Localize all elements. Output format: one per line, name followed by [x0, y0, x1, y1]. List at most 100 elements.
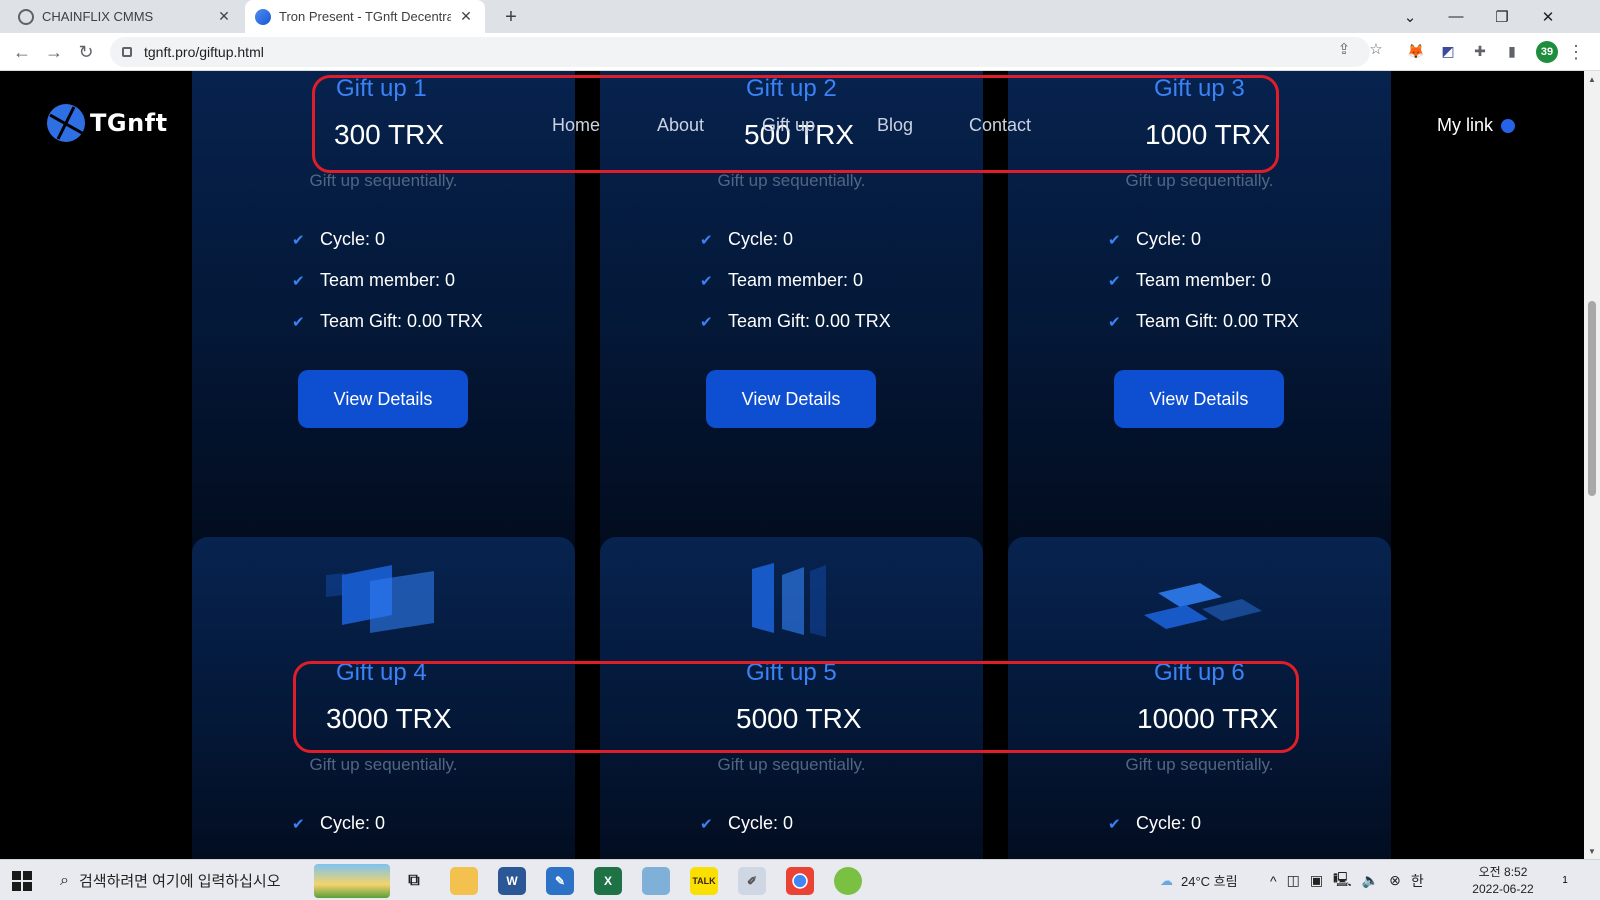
tray-cancel-icon[interactable]: ⊗: [1389, 872, 1401, 889]
search-placeholder: 검색하려면 여기에 입력하십시오: [78, 873, 281, 890]
bookmark-star-icon[interactable]: ☆: [1364, 37, 1388, 61]
volume-icon[interactable]: 🔈: [1362, 872, 1379, 889]
site-logo[interactable]: TGnft: [44, 103, 168, 143]
menu-kebab-icon[interactable]: ⋮: [1566, 39, 1586, 65]
highlight-box-row1: [312, 75, 1279, 173]
view-details-button[interactable]: View Details: [1114, 370, 1284, 428]
address-toolbar: ← → ↻ tgnft.pro/giftup.html ⇪ ☆ 🦊 ◩ ✚ ▮ …: [0, 33, 1600, 71]
chrome-icon[interactable]: [786, 867, 814, 895]
puzzle-extensions-icon[interactable]: ✚: [1470, 41, 1490, 61]
green-app-icon[interactable]: [834, 867, 862, 895]
check-icon: ✔: [1108, 815, 1121, 833]
check-icon: ✔: [292, 313, 305, 331]
my-link-label: My link: [1437, 115, 1494, 135]
date-text: 2022-06-22: [1472, 882, 1534, 896]
highlight-box-row2: [293, 661, 1299, 753]
profile-avatar[interactable]: 39: [1536, 41, 1558, 63]
feature-team-gift: ✔ Team Gift: 0.00 TRX: [292, 311, 483, 331]
check-icon: ✔: [700, 313, 713, 331]
weather-widget[interactable]: ☁ 24°C 흐림: [1160, 860, 1238, 900]
card-subtitle: Gift up sequentially.: [309, 755, 458, 774]
search-icon: ⌕: [60, 871, 69, 889]
network-icon[interactable]: 🖳: [1333, 869, 1352, 893]
check-icon: ✔: [1108, 231, 1121, 249]
check-icon: ✔: [1108, 313, 1121, 331]
view-details-button[interactable]: View Details: [706, 370, 876, 428]
notepad-app-icon[interactable]: [642, 867, 670, 895]
tray-app-icon[interactable]: ◫: [1287, 872, 1300, 889]
page-viewport: Gift up 1 300 TRX Gift up sequentially. …: [0, 71, 1584, 859]
close-icon[interactable]: ✕: [215, 8, 233, 26]
memo-app-icon[interactable]: ✎: [546, 867, 574, 895]
windows-taskbar: ⌕ 검색하려면 여기에 입력하십시오 ⧉ W ✎ X TALK ✐ ☁ 24°C…: [0, 859, 1600, 900]
reload-button[interactable]: ↻: [72, 38, 100, 66]
my-link-button[interactable]: My link: [1437, 115, 1516, 136]
back-button[interactable]: ←: [8, 38, 36, 66]
logo-text: TGnft: [90, 109, 168, 137]
feature-team-gift: ✔ Team Gift: 0.00 TRX: [1108, 311, 1299, 331]
globe-icon: [18, 8, 34, 25]
check-icon: ✔: [700, 272, 713, 290]
restore-button[interactable]: ❐: [1479, 0, 1525, 33]
word-icon[interactable]: W: [498, 867, 526, 895]
paint-app-icon[interactable]: ✐: [738, 867, 766, 895]
page-scrollbar[interactable]: ▲ ▼: [1584, 71, 1600, 859]
feature-team-member: ✔ Team member: 0: [1108, 270, 1272, 290]
feature-cycle: ✔ Cycle: 0: [1108, 813, 1202, 833]
tab-tgnft[interactable]: Tron Present - TGnft Decentraliz ✕: [245, 0, 485, 33]
notification-icon[interactable]: 1: [1555, 870, 1575, 890]
cube-blocks-icon: [326, 565, 434, 633]
share-icon[interactable]: ⇪: [1332, 37, 1356, 61]
layers-icon: [1144, 583, 1262, 629]
tab-search-chevron-icon[interactable]: ⌄: [1387, 0, 1433, 33]
metamask-extension-icon[interactable]: 🦊: [1406, 41, 1426, 61]
browser-tab-bar: CHAINFLIX CMMS ✕ Tron Present - TGnft De…: [0, 0, 1600, 33]
scroll-thumb[interactable]: [1588, 301, 1596, 496]
ime-indicator[interactable]: 한: [1411, 871, 1424, 891]
taskbar-clock[interactable]: 오전 8:52 2022-06-22: [1468, 864, 1538, 898]
status-dot-icon: [1501, 118, 1516, 133]
card-subtitle: Gift up sequentially.: [1125, 755, 1274, 774]
check-icon: ✔: [292, 815, 305, 833]
forward-button[interactable]: →: [40, 38, 68, 66]
extension-icon[interactable]: ◩: [1438, 41, 1458, 61]
lock-icon: [122, 47, 132, 57]
new-tab-button[interactable]: +: [498, 4, 524, 30]
file-explorer-icon[interactable]: [450, 867, 478, 895]
windows-start-icon[interactable]: [12, 871, 32, 891]
system-tray: ^ ◫ ▣ 🖳 🔈 ⊗ 한: [1270, 860, 1424, 900]
check-icon: ✔: [292, 231, 305, 249]
search-highlight-illustration: [314, 864, 390, 898]
chevron-up-icon[interactable]: ^: [1270, 873, 1277, 889]
feature-cycle: ✔ Cycle: 0: [292, 229, 386, 249]
feature-cycle: ✔ Cycle: 0: [700, 813, 794, 833]
task-view-icon[interactable]: ⧉: [400, 867, 428, 895]
feature-cycle: ✔ Cycle: 0: [1108, 229, 1202, 249]
tab-chainflix[interactable]: CHAINFLIX CMMS ✕: [8, 0, 243, 33]
feature-cycle: ✔ Cycle: 0: [700, 229, 794, 249]
side-panel-icon[interactable]: ▮: [1502, 41, 1522, 61]
tray-status-icon[interactable]: ▣: [1310, 872, 1323, 889]
check-icon: ✔: [1108, 272, 1121, 290]
scroll-up-arrow-icon[interactable]: ▲: [1584, 71, 1600, 87]
url-text: tgnft.pro/giftup.html: [144, 44, 264, 60]
close-window-button[interactable]: ✕: [1525, 0, 1571, 33]
tgnft-logo-icon: [47, 104, 85, 142]
scroll-down-arrow-icon[interactable]: ▼: [1584, 843, 1600, 859]
time-text: 오전 8:52: [1478, 865, 1528, 879]
card-subtitle: Gift up sequentially.: [717, 755, 866, 774]
weather-text: 24°C 흐림: [1181, 874, 1238, 889]
feature-team-member: ✔ Team member: 0: [292, 270, 456, 290]
feature-cycle: ✔ Cycle: 0: [292, 813, 386, 833]
pillars-icon: [752, 563, 826, 637]
minimize-button[interactable]: —: [1433, 0, 1479, 33]
url-bar[interactable]: tgnft.pro/giftup.html: [110, 37, 1370, 67]
check-icon: ✔: [700, 815, 713, 833]
view-details-button[interactable]: View Details: [298, 370, 468, 428]
excel-icon[interactable]: X: [594, 867, 622, 895]
kakaotalk-icon[interactable]: TALK: [690, 867, 718, 895]
close-icon[interactable]: ✕: [457, 8, 475, 26]
tab-title: Tron Present - TGnft Decentraliz: [279, 9, 451, 24]
check-icon: ✔: [292, 272, 305, 290]
notification-count: 1: [1562, 874, 1568, 886]
